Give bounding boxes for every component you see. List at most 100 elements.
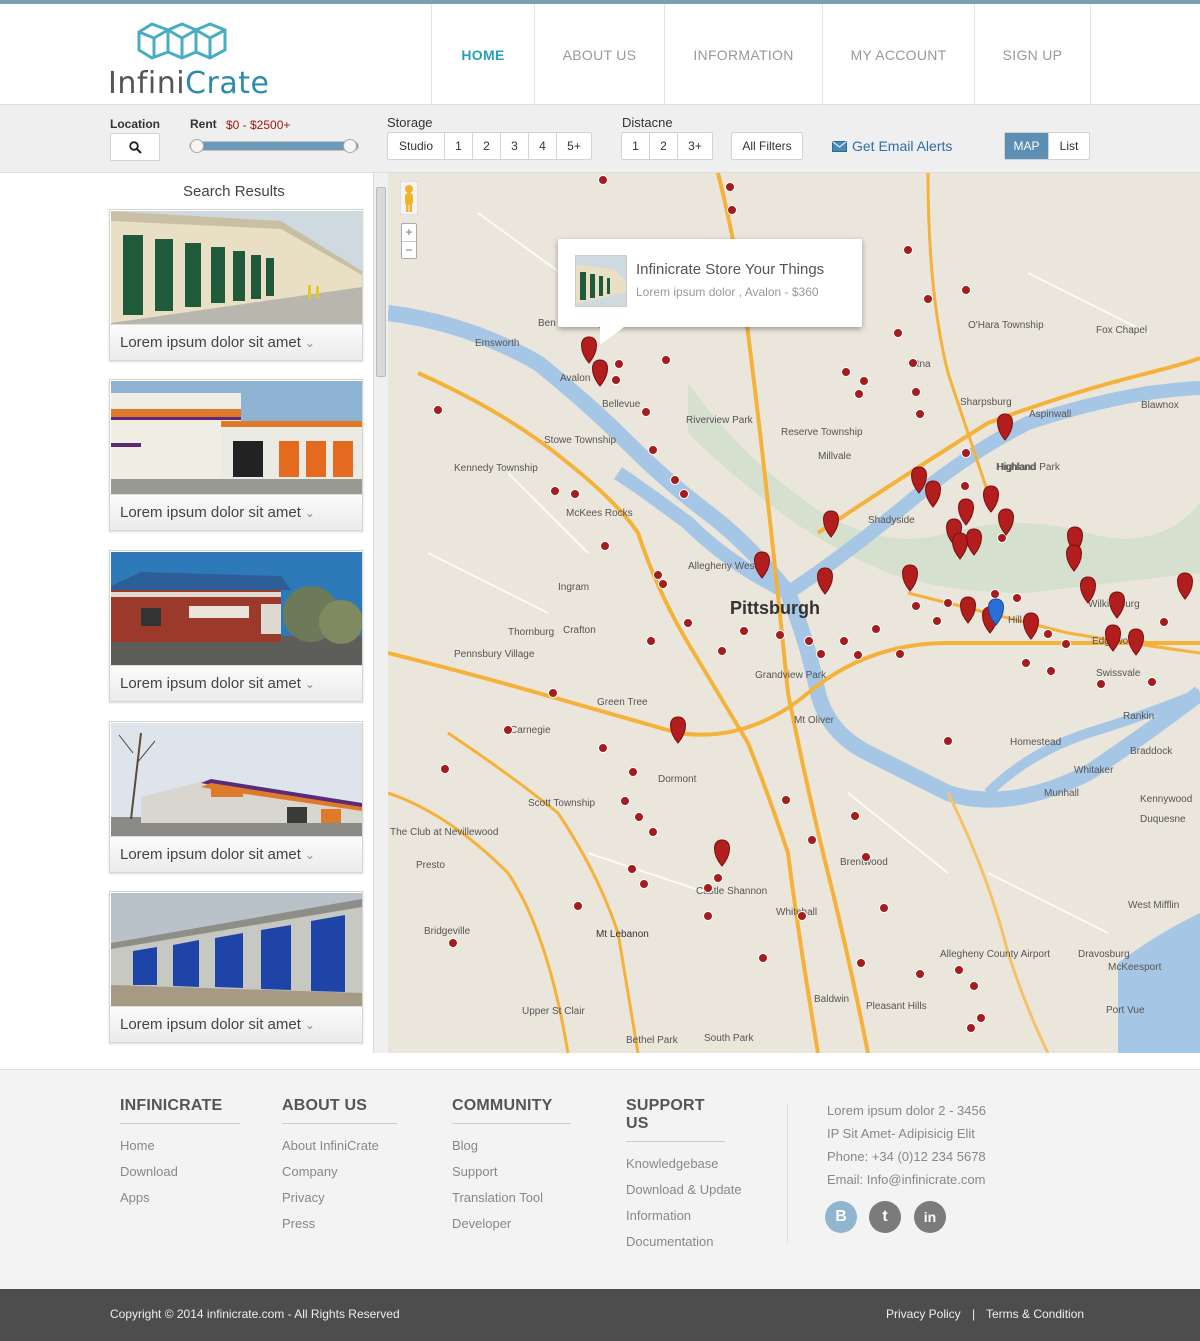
storage-option-1[interactable]: 1 [445, 133, 473, 159]
map-marker-dot[interactable] [598, 175, 608, 185]
footer-link[interactable]: Developer [452, 1216, 571, 1242]
map-marker-dot[interactable] [634, 812, 644, 822]
map-marker-pin-icon[interactable] [1128, 628, 1144, 656]
map-marker-pin-icon[interactable] [902, 564, 918, 592]
map-marker-pin-icon[interactable] [1177, 572, 1193, 600]
map-marker-dot[interactable] [653, 570, 663, 580]
map-marker-dot[interactable] [895, 649, 905, 659]
rent-slider-max-handle[interactable] [343, 139, 357, 153]
footer-link[interactable]: Translation Tool [452, 1190, 571, 1216]
map-marker-pin-icon[interactable] [714, 839, 730, 867]
result-card[interactable]: Lorem ipsum dolor sit amet ⌄ [109, 379, 363, 531]
footer-link[interactable]: Press [282, 1216, 397, 1242]
chevron-down-icon[interactable]: ⌄ [305, 506, 315, 520]
nav-sign-up[interactable]: SIGN UP [974, 4, 1091, 105]
map-marker-pin-icon[interactable] [823, 510, 839, 538]
footer-link[interactable]: Blog [452, 1138, 571, 1164]
map-marker-dot[interactable] [1159, 617, 1169, 627]
storage-option-4[interactable]: 4 [529, 133, 557, 159]
map-marker-dot[interactable] [713, 873, 723, 883]
distance-option-1[interactable]: 1 [622, 133, 650, 159]
nav-home[interactable]: HOME [431, 4, 534, 105]
map-marker-pin-icon[interactable] [1023, 612, 1039, 640]
footer-link[interactable]: Privacy [282, 1190, 397, 1216]
chevron-down-icon[interactable]: ⌄ [305, 1018, 315, 1032]
map-marker-dot[interactable] [448, 938, 458, 948]
footer-link[interactable]: Download & Update [626, 1182, 742, 1208]
map-marker-pin-icon[interactable] [817, 567, 833, 595]
map-marker-dot[interactable] [853, 650, 863, 660]
map-marker-pin-icon[interactable] [1066, 544, 1082, 572]
map-marker-dot[interactable] [804, 636, 814, 646]
map-marker-dot[interactable] [961, 448, 971, 458]
map-popup[interactable]: Infinicrate Store Your Things Lorem ipsu… [558, 239, 862, 345]
map-marker-dot[interactable] [797, 911, 807, 921]
map-marker-dot[interactable] [628, 767, 638, 777]
map-marker-dot[interactable] [976, 1013, 986, 1023]
blogger-icon[interactable]: B [825, 1201, 857, 1233]
terms-condition-link[interactable]: Terms & Condition [986, 1307, 1084, 1321]
rent-range-slider[interactable] [189, 139, 359, 153]
map-marker-dot[interactable] [1147, 677, 1157, 687]
map-marker-dot[interactable] [903, 245, 913, 255]
map-marker-dot[interactable] [954, 965, 964, 975]
storage-option-3[interactable]: 3 [501, 133, 529, 159]
results-scrollbar[interactable] [373, 173, 388, 1053]
logo[interactable]: InfiniCrate [108, 18, 269, 101]
rent-slider-min-handle[interactable] [190, 139, 204, 153]
map-marker-pin-icon[interactable] [983, 485, 999, 513]
map-marker-dot[interactable] [932, 616, 942, 626]
map-marker-dot[interactable] [648, 445, 658, 455]
email-alerts-link[interactable]: Get Email Alerts [832, 138, 952, 154]
nav-my-account[interactable]: MY ACCOUNT [822, 4, 974, 105]
map-marker-dot[interactable] [503, 725, 513, 735]
map-marker-pin-icon[interactable] [952, 532, 968, 560]
nav-about-us[interactable]: ABOUT US [534, 4, 664, 105]
result-card[interactable]: Lorem ipsum dolor sit amet ⌄ [109, 891, 363, 1043]
map-marker-pin-icon[interactable] [1080, 576, 1096, 604]
map-marker-dot[interactable] [1061, 639, 1071, 649]
map-marker-dot[interactable] [739, 626, 749, 636]
footer-link[interactable]: Support [452, 1164, 571, 1190]
storage-option-5plus[interactable]: 5+ [557, 133, 591, 159]
map-marker-pin-icon[interactable] [592, 359, 608, 387]
map-marker-dot[interactable] [839, 636, 849, 646]
distance-option-2[interactable]: 2 [650, 133, 678, 159]
map-marker-dot[interactable] [915, 969, 925, 979]
map-marker-dot[interactable] [670, 475, 680, 485]
map-marker-dot[interactable] [548, 688, 558, 698]
map-marker-dot[interactable] [727, 205, 737, 215]
map-marker-dot[interactable] [573, 901, 583, 911]
map-marker-dot[interactable] [854, 389, 864, 399]
chevron-down-icon[interactable]: ⌄ [305, 336, 315, 350]
map-marker-pin-icon[interactable] [670, 716, 686, 744]
map-marker-dot[interactable] [658, 579, 668, 589]
footer-link[interactable]: Information [626, 1208, 725, 1234]
footer-link[interactable]: About InfiniCrate [282, 1138, 397, 1164]
map-marker-dot[interactable] [1012, 593, 1022, 603]
map-marker-pin-icon[interactable] [966, 528, 982, 556]
map-marker-dot[interactable] [433, 405, 443, 415]
map-marker-pin-icon[interactable] [911, 466, 927, 494]
map-marker-dot[interactable] [600, 541, 610, 551]
map-marker-dot[interactable] [1046, 666, 1056, 676]
chevron-down-icon[interactable]: ⌄ [305, 677, 315, 691]
map-marker-dot[interactable] [1096, 679, 1106, 689]
map-marker-dot[interactable] [807, 835, 817, 845]
distance-option-3plus[interactable]: 3+ [678, 133, 712, 159]
map-marker-dot[interactable] [646, 636, 656, 646]
map-marker-dot[interactable] [841, 367, 851, 377]
map-marker-pin-icon[interactable] [997, 413, 1013, 441]
map-marker-dot[interactable] [856, 958, 866, 968]
map-marker-dot[interactable] [683, 618, 693, 628]
map-marker-dot[interactable] [703, 883, 713, 893]
zoom-out-button[interactable]: − [402, 242, 416, 259]
map-marker-dot[interactable] [997, 533, 1007, 543]
storage-option-2[interactable]: 2 [473, 133, 501, 159]
storage-option-studio[interactable]: Studio [388, 133, 445, 159]
map-marker-dot[interactable] [908, 358, 918, 368]
map-marker-dot[interactable] [725, 182, 735, 192]
map-marker-dot[interactable] [961, 285, 971, 295]
zoom-in-button[interactable]: + [402, 224, 416, 242]
map-view-button[interactable]: MAP [1005, 133, 1049, 159]
